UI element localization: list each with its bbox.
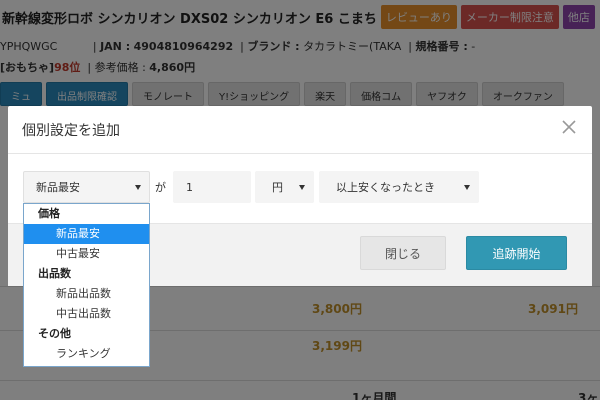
modal-title: 個別設定を追加 <box>22 123 120 139</box>
condition-select-value: 新品最安 <box>36 181 80 194</box>
chevron-down-icon <box>464 184 470 190</box>
ga-label: が <box>155 181 166 194</box>
dropdown-option-new-count[interactable]: 新品出品数 <box>24 284 149 304</box>
condition-dropdown-list: 価格 新品最安 中古最安 出品数 新品出品数 中古出品数 その他 ランキング <box>23 203 150 367</box>
start-tracking-button[interactable]: 追跡開始 <box>466 236 567 270</box>
unit-select-value: 円 <box>272 181 283 194</box>
dropdown-option-ranking[interactable]: ランキング <box>24 344 149 364</box>
close-icon[interactable] <box>560 118 578 136</box>
comparison-select-value: 以上安くなったとき <box>336 181 435 194</box>
condition-select[interactable]: 新品最安 <box>23 171 150 203</box>
chevron-down-icon <box>135 184 141 190</box>
close-button[interactable]: 閉じる <box>360 236 446 270</box>
dropdown-option-new-lowest[interactable]: 新品最安 <box>24 224 149 244</box>
comparison-select[interactable]: 以上安くなったとき <box>319 171 479 203</box>
chevron-down-icon <box>299 184 305 190</box>
dropdown-option-used-count[interactable]: 中古出品数 <box>24 304 149 324</box>
dropdown-group-listing-count: 出品数 <box>38 267 71 280</box>
dropdown-group-price: 価格 <box>38 207 60 220</box>
dropdown-group-other: その他 <box>38 327 71 340</box>
modal-header: 個別設定を追加 <box>8 106 592 154</box>
dropdown-option-used-lowest[interactable]: 中古最安 <box>24 244 149 264</box>
close-icon-svg <box>562 120 576 134</box>
unit-select[interactable]: 円 <box>255 171 314 203</box>
amount-input[interactable] <box>173 171 251 203</box>
